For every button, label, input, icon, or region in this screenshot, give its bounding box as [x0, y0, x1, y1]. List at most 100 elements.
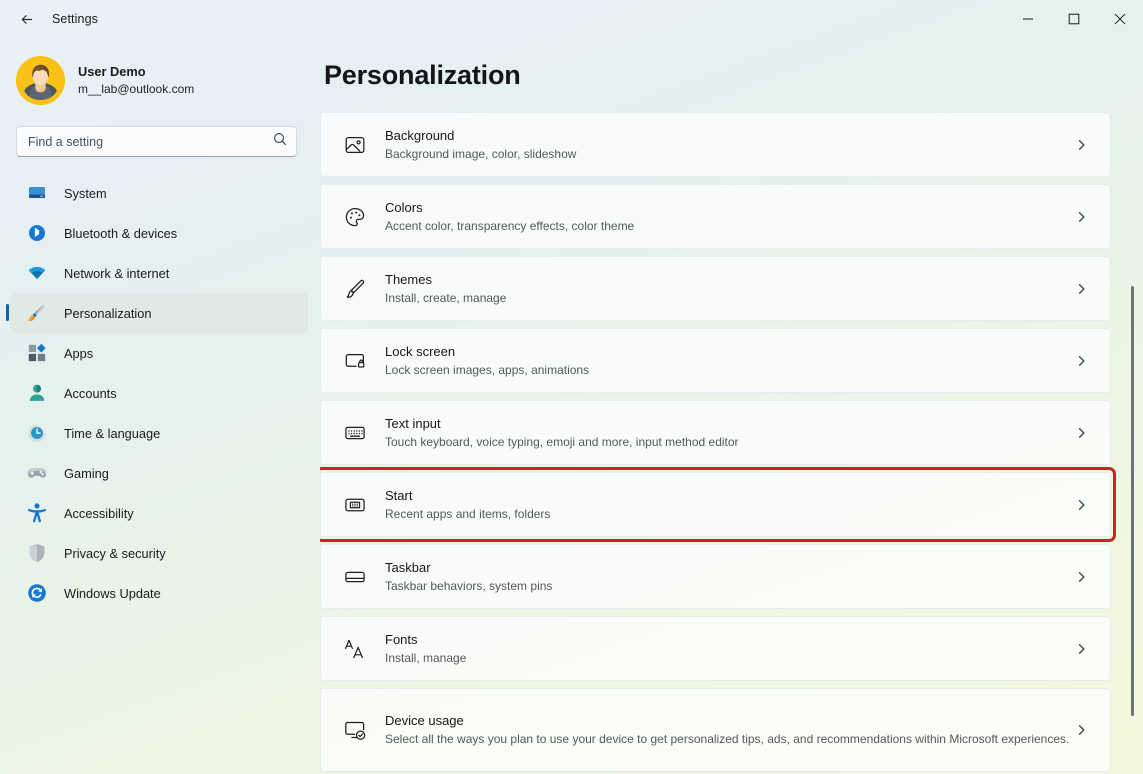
accessibility-icon — [27, 503, 47, 523]
card-subtitle: Background image, color, slideshow — [385, 146, 577, 161]
clock-icon — [28, 424, 46, 442]
settings-card-background[interactable]: Background Background image, color, slid… — [320, 112, 1111, 177]
sidebar-item-label: Apps — [64, 345, 94, 361]
settings-card-lock-screen[interactable]: Lock screen Lock screen images, apps, an… — [320, 328, 1111, 393]
card-text: Lock screen Lock screen images, apps, an… — [385, 343, 1110, 379]
sidebar-item-privacy-security[interactable]: Privacy & security — [10, 533, 308, 573]
settings-card-device-usage[interactable]: Device usage Select all the ways you pla… — [320, 688, 1111, 772]
card-subtitle: Touch keyboard, voice typing, emoji and … — [385, 434, 739, 449]
settings-card-taskbar[interactable]: Taskbar Taskbar behaviors, system pins — [320, 544, 1111, 609]
card-title: Background — [385, 127, 455, 143]
paintbrush-icon — [26, 302, 48, 324]
sidebar-item-label: Personalization — [64, 305, 152, 321]
card-subtitle: Select all the ways you plan to use your… — [385, 732, 1070, 746]
sidebar-item-apps[interactable]: Apps — [10, 333, 308, 373]
back-arrow-icon — [19, 11, 36, 28]
card-title: Taskbar — [385, 559, 431, 575]
card-text: Start Recent apps and items, folders — [385, 487, 1110, 523]
card-text: Taskbar Taskbar behaviors, system pins — [385, 559, 1110, 595]
titlebar: Settings — [0, 0, 1143, 38]
card-title: Themes — [385, 271, 432, 287]
card-text: Background Background image, color, slid… — [385, 127, 1110, 163]
palette-icon — [341, 203, 369, 231]
sidebar-item-accessibility[interactable]: Accessibility — [10, 493, 308, 533]
chevron-right-icon — [1075, 138, 1088, 151]
card-text: Text input Touch keyboard, voice typing,… — [385, 415, 1110, 451]
chevron-right-icon — [1075, 282, 1088, 295]
sidebar-item-system[interactable]: System — [10, 173, 308, 213]
monitor-icon — [26, 182, 48, 204]
paintbrush-icon — [341, 275, 369, 303]
settings-card-themes[interactable]: Themes Install, create, manage — [320, 256, 1111, 321]
sidebar-item-time-language[interactable]: Time & language — [10, 413, 308, 453]
update-refresh-icon — [28, 584, 46, 602]
fonts-aa-icon — [341, 635, 369, 663]
settings-card-start[interactable]: Start Recent apps and items, folders — [320, 467, 1116, 542]
taskbar-icon — [341, 563, 369, 591]
start-menu-icon — [341, 491, 369, 519]
window-title: Settings — [52, 12, 98, 26]
page-title: Personalization — [324, 60, 521, 90]
account-text: User Demo m__lab@outlook.com — [78, 63, 194, 98]
card-subtitle: Lock screen images, apps, animations — [385, 362, 590, 377]
card-subtitle: Install, manage — [385, 650, 467, 665]
card-title: Lock screen — [385, 343, 456, 359]
sidebar-item-label: Accessibility — [64, 505, 134, 521]
sidebar-nav: System Bluetooth & devices Network & int… — [0, 173, 320, 613]
card-subtitle: Recent apps and items, folders — [385, 506, 551, 521]
settings-window: Settings User Demo m__lab@outlook.com Fi… — [0, 0, 1143, 774]
card-subtitle: Accent color, transparency effects, colo… — [385, 218, 635, 233]
lock-screen-icon — [341, 347, 369, 375]
settings-card-fonts[interactable]: Fonts Install, manage — [320, 616, 1111, 681]
wifi-icon — [26, 262, 48, 284]
card-text: Colors Accent color, transparency effect… — [385, 199, 1110, 235]
scrollbar-thumb[interactable] — [1131, 286, 1134, 716]
account-name: User Demo — [78, 64, 146, 79]
card-text: Fonts Install, manage — [385, 631, 1110, 667]
shield-icon — [29, 543, 45, 563]
vertical-scrollbar[interactable] — [1127, 250, 1139, 770]
account-block[interactable]: User Demo m__lab@outlook.com — [16, 56, 320, 105]
card-title: Colors — [385, 199, 423, 215]
sidebar-item-label: Accounts — [64, 385, 117, 401]
chevron-right-icon — [1075, 354, 1088, 367]
chevron-right-icon — [1075, 210, 1088, 223]
settings-card-colors[interactable]: Colors Accent color, transparency effect… — [320, 184, 1111, 249]
settings-card-list: Background Background image, color, slid… — [320, 112, 1143, 772]
sidebar-item-label: Privacy & security — [64, 545, 166, 561]
settings-card-text-input[interactable]: Text input Touch keyboard, voice typing,… — [320, 400, 1111, 465]
card-subtitle: Install, create, manage — [385, 290, 507, 305]
sidebar-item-accounts[interactable]: Accounts — [10, 373, 308, 413]
person-icon — [29, 384, 45, 401]
card-title: Start — [385, 487, 413, 503]
search-input[interactable] — [28, 134, 273, 149]
search-box[interactable] — [16, 126, 297, 157]
avatar — [16, 56, 65, 105]
chevron-right-icon — [1075, 570, 1088, 583]
sidebar-item-label: Network & internet — [64, 265, 170, 281]
back-button[interactable] — [10, 4, 44, 34]
apps-grid-icon — [28, 343, 46, 362]
maximize-button[interactable] — [1051, 0, 1097, 38]
maximize-icon — [1068, 13, 1080, 25]
card-title: Fonts — [385, 631, 418, 647]
keyboard-icon — [341, 419, 369, 447]
card-text: Themes Install, create, manage — [385, 271, 1110, 307]
card-title: Device usage — [385, 713, 464, 728]
card-subtitle: Taskbar behaviors, system pins — [385, 578, 553, 593]
sidebar-item-gaming[interactable]: Gaming — [10, 453, 308, 493]
chevron-right-icon — [1075, 426, 1088, 439]
close-button[interactable] — [1097, 0, 1143, 38]
sidebar: User Demo m__lab@outlook.com Find a sett… — [0, 38, 320, 774]
sidebar-item-label: Windows Update — [64, 585, 161, 601]
card-text: Device usage Select all the ways you pla… — [385, 712, 1110, 748]
minimize-button[interactable] — [1005, 0, 1051, 38]
image-icon — [341, 131, 369, 159]
chevron-right-icon — [1075, 724, 1088, 737]
gamepad-icon — [27, 468, 47, 478]
chevron-right-icon — [1075, 498, 1088, 511]
sidebar-item-bluetooth-devices[interactable]: Bluetooth & devices — [10, 213, 308, 253]
sidebar-item-windows-update[interactable]: Windows Update — [10, 573, 308, 613]
sidebar-item-network-internet[interactable]: Network & internet — [10, 253, 308, 293]
sidebar-item-personalization[interactable]: Personalization — [6, 293, 308, 333]
